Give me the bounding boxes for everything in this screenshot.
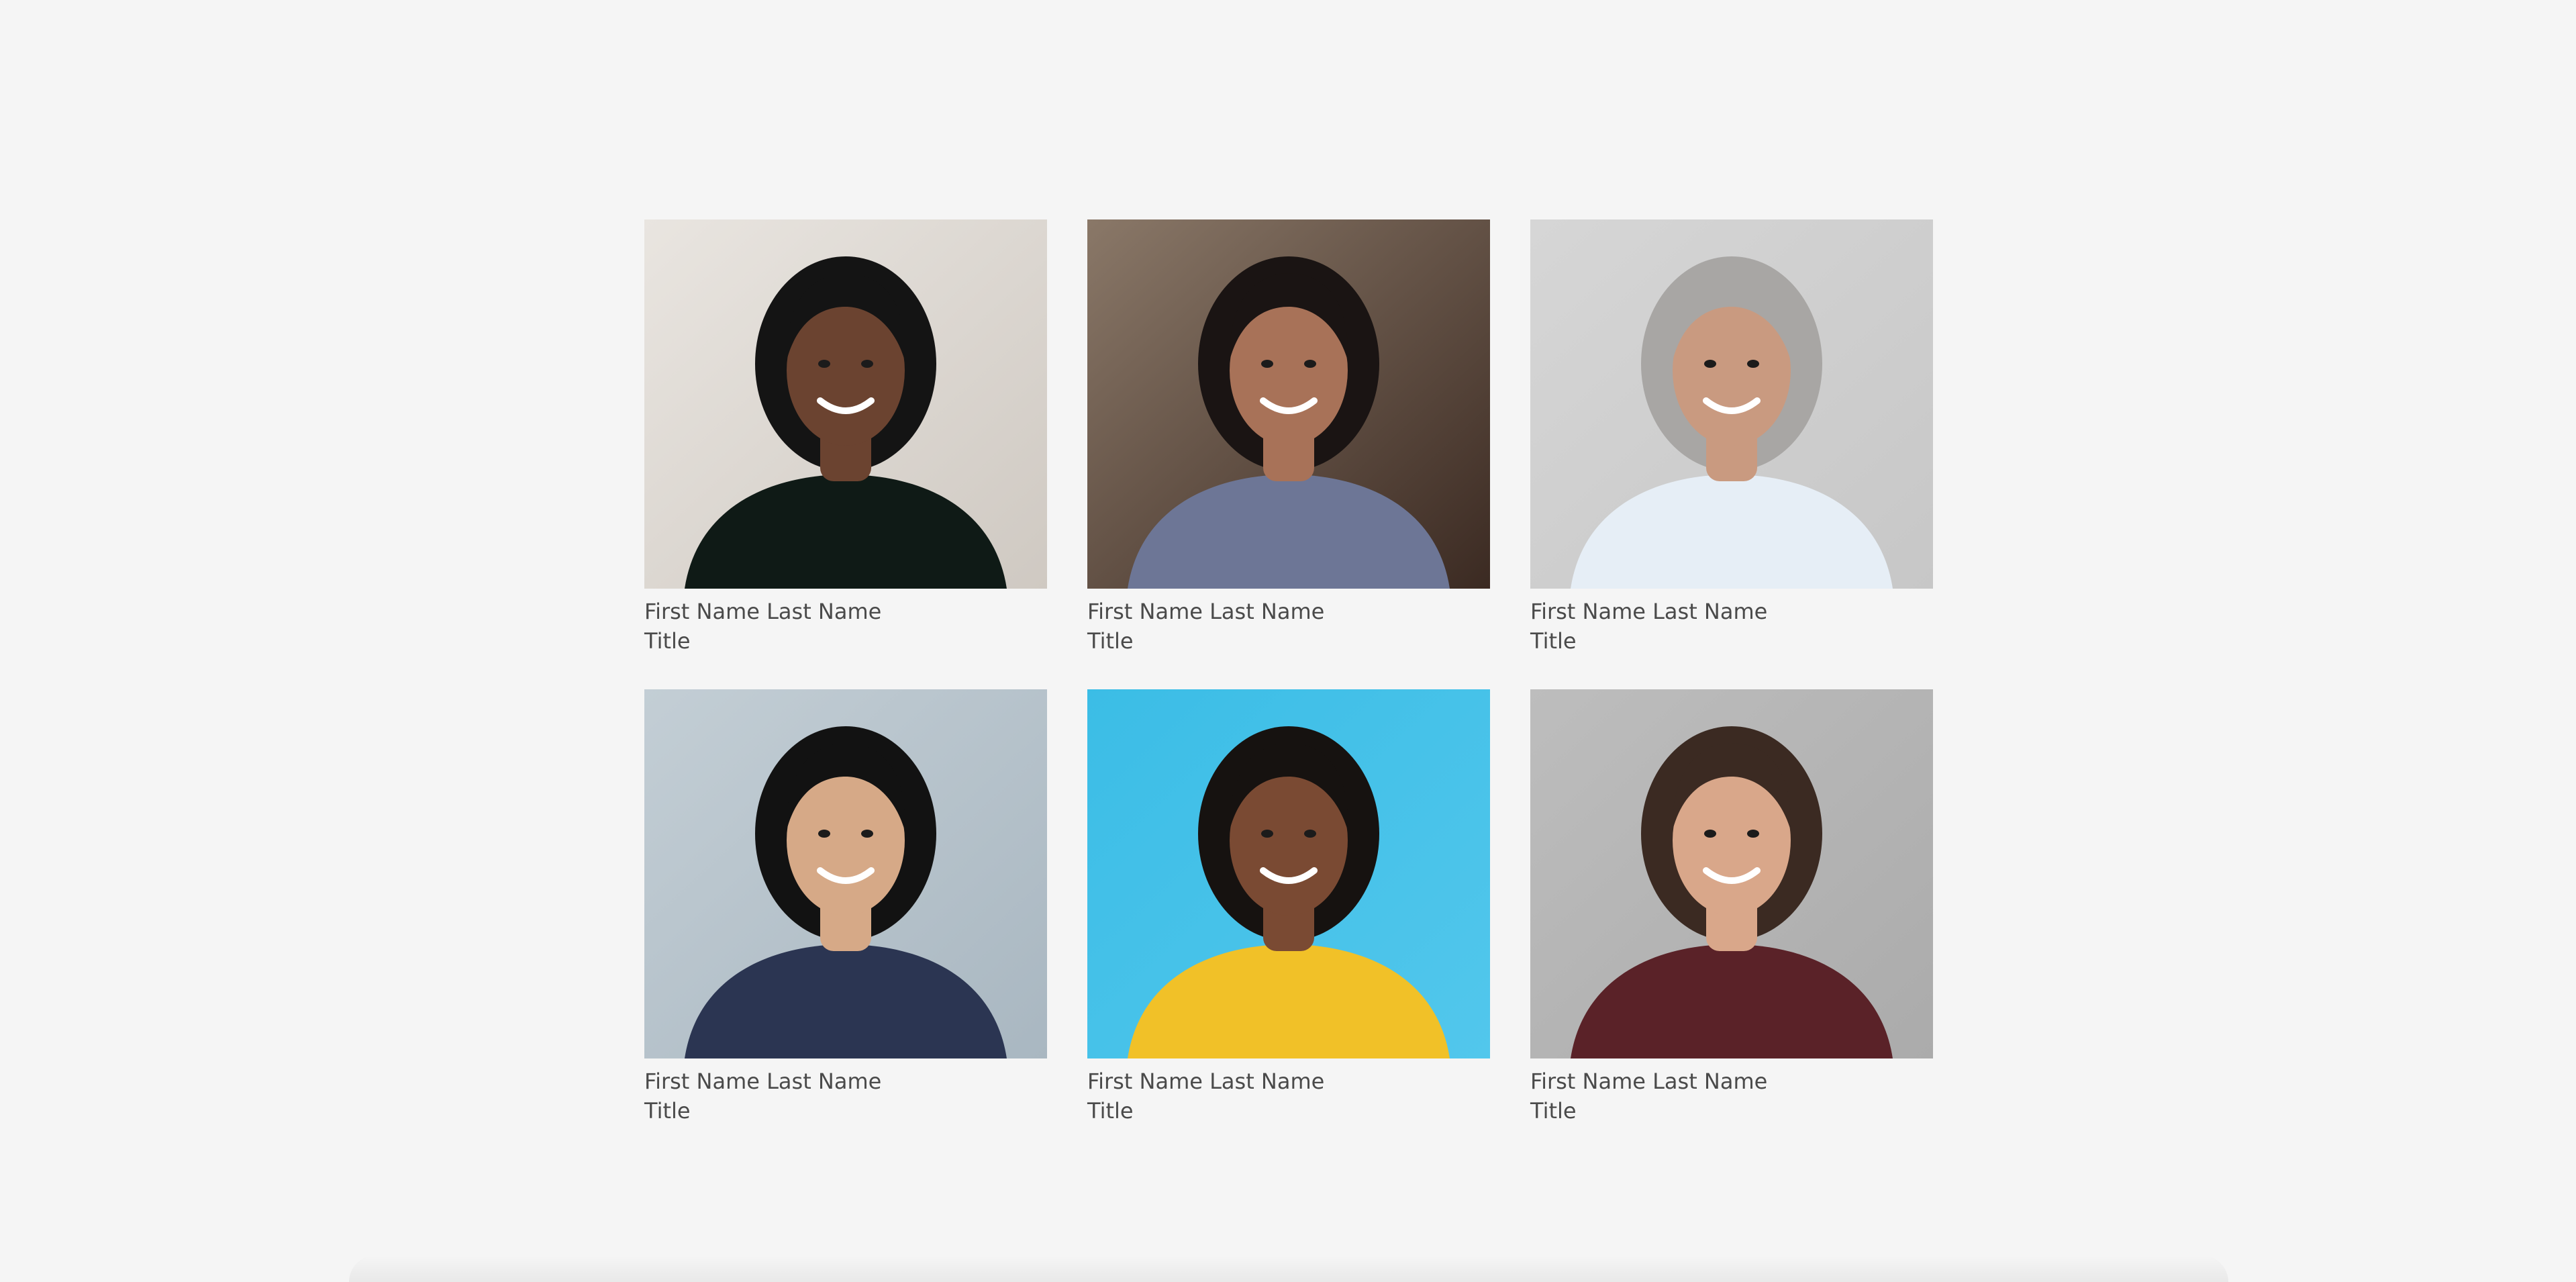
team-member-name: First Name Last Name xyxy=(644,599,882,624)
team-member-title: Title xyxy=(644,628,691,654)
portrait-image xyxy=(1530,689,1933,1058)
portrait-image xyxy=(644,219,1047,589)
team-member-photo[interactable] xyxy=(1087,219,1490,589)
team-member-title: Title xyxy=(1530,628,1577,654)
team-member-photo[interactable] xyxy=(644,219,1047,589)
team-member-title: Title xyxy=(1087,1098,1134,1124)
page: First Name Last Name Title First Name La… xyxy=(0,0,2576,1282)
team-member-card[interactable]: First Name Last Name Title xyxy=(1530,689,1933,1126)
team-member-title: Title xyxy=(1087,628,1134,654)
team-member-card[interactable]: First Name Last Name Title xyxy=(1087,219,1490,656)
portrait-image xyxy=(1087,219,1490,589)
team-member-title: Title xyxy=(644,1098,691,1124)
team-member-card[interactable]: First Name Last Name Title xyxy=(1087,689,1490,1126)
team-grid: First Name Last Name Title First Name La… xyxy=(644,219,1933,1126)
team-member-title: Title xyxy=(1530,1098,1577,1124)
portrait-image xyxy=(1087,689,1490,1058)
team-member-photo[interactable] xyxy=(1530,219,1933,589)
team-member-name: First Name Last Name xyxy=(1087,1069,1325,1094)
team-member-card[interactable]: First Name Last Name Title xyxy=(644,219,1047,656)
team-member-name: First Name Last Name xyxy=(1530,599,1768,624)
team-member-photo[interactable] xyxy=(1087,689,1490,1058)
team-member-name: First Name Last Name xyxy=(644,1069,882,1094)
team-member-name: First Name Last Name xyxy=(1530,1069,1768,1094)
team-member-card[interactable]: First Name Last Name Title xyxy=(644,689,1047,1126)
team-member-photo[interactable] xyxy=(1530,689,1933,1058)
team-member-name: First Name Last Name xyxy=(1087,599,1325,624)
portrait-image xyxy=(644,689,1047,1058)
bottom-shadow xyxy=(349,1255,2228,1282)
team-member-card[interactable]: First Name Last Name Title xyxy=(1530,219,1933,656)
team-member-photo[interactable] xyxy=(644,689,1047,1058)
portrait-image xyxy=(1530,219,1933,589)
